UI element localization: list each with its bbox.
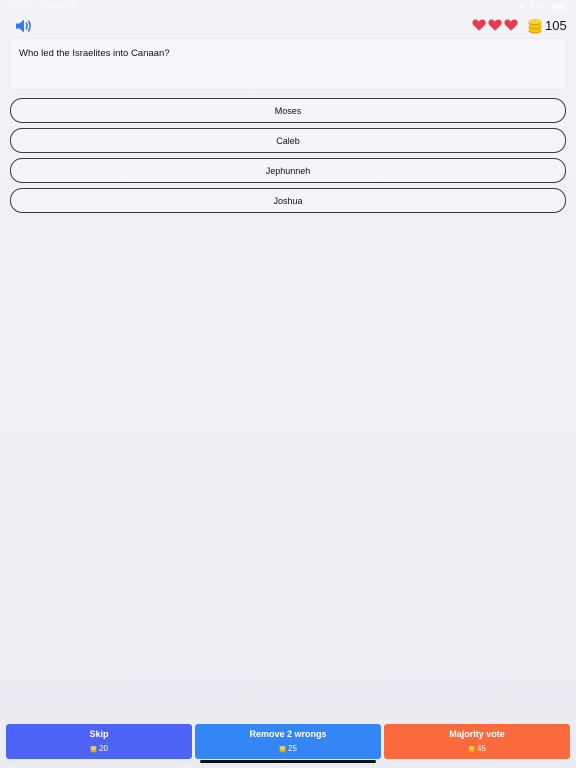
coin-count: 105 [545,18,567,33]
home-indicator[interactable] [200,760,376,763]
status-left: 9:41 PM Thu Jun 24 [9,3,76,10]
majority-vote-label: Majority vote [449,729,505,739]
heart-icon [504,19,518,31]
battery-percent: 100% [530,3,548,10]
wifi-icon [519,4,526,10]
speaker-icon [16,19,31,33]
skip-cost: 20 [6,744,192,753]
answer-option[interactable]: Caleb [10,128,566,153]
answer-option[interactable]: Moses [10,98,566,123]
answer-option[interactable]: Joshua [10,188,566,213]
remove-two-wrongs-button[interactable]: Remove 2 wrongs 25 [195,724,381,759]
skip-button[interactable]: Skip 20 [6,724,192,759]
battery-icon [552,3,566,10]
question-card: Who led the Israelites into Canaan? [10,39,566,89]
majority-vote-cost-value: 45 [477,744,486,753]
coin-stack-icon [468,745,475,753]
coin-stack-icon [90,745,97,753]
skip-label: Skip [89,729,109,739]
sound-toggle-button[interactable] [14,17,34,35]
majority-vote-cost: 45 [384,744,570,753]
status-time: 9:41 PM [9,3,36,10]
coin-balance: 105 [528,17,567,34]
status-bar: 9:41 PM Thu Jun 24 100% [0,0,576,14]
coin-stack-icon [279,745,286,753]
lives-indicator [472,18,518,32]
heart-icon [472,19,486,31]
remove-two-wrongs-cost: 25 [195,744,381,753]
question-text: Who led the Israelites into Canaan? [19,48,170,59]
status-date: Thu Jun 24 [40,3,76,10]
remove-two-wrongs-label: Remove 2 wrongs [249,729,327,739]
status-right: 100% [518,3,566,10]
answer-option[interactable]: Jephunneh [10,158,566,183]
heart-icon [488,19,502,31]
majority-vote-button[interactable]: Majority vote 45 [384,724,570,759]
remove-two-wrongs-cost-value: 25 [288,744,297,753]
skip-cost-value: 20 [99,744,108,753]
coin-stack-icon [528,18,542,34]
